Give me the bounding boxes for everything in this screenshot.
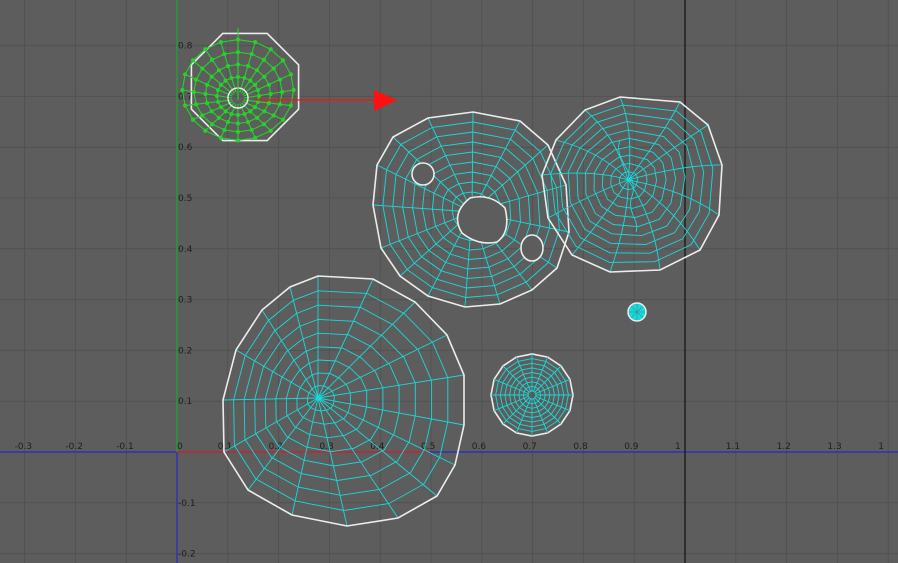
uv-editor-viewport[interactable]: -0.3 -0.2 -0.1 0 0.1 0.2 0.3 0.4 0.5 0.6 0.7 0.8 0.9… [0,0,898,563]
v-tick-label: 0.7 [178,92,192,102]
tiny-shell[interactable] [627,302,647,322]
uv-vertex[interactable] [280,117,286,122]
selected-disc-shell[interactable] [180,32,300,143]
swirl-shell[interactable] [541,96,723,273]
v-tick-label: -0.2 [178,550,196,560]
v-tick-label: 0.5 [178,194,192,204]
mesh-spoke [317,397,348,527]
mesh-spoke [584,109,629,181]
u-tick-label: 1.2 [777,442,791,452]
u-tick-label: 0.8 [573,442,588,452]
move-arrow-icon[interactable] [374,90,397,111]
v-tick-label: 0.8 [178,42,193,52]
mesh-spoke [317,278,374,399]
uv-vertex[interactable] [288,72,294,77]
mesh-spoke [627,101,681,181]
u-tick-label: 0.9 [624,442,639,452]
shell-hole [411,162,435,186]
u-tick-label: 1 [878,442,884,452]
uv-vertex[interactable] [182,72,188,77]
mesh-ring [559,112,705,254]
u-tick-label: 0.6 [472,442,487,452]
u-tick-label: -0.2 [65,442,83,452]
v-tick-label: -0.1 [178,499,196,509]
mesh-spoke [627,124,709,181]
uv-grid [0,0,898,563]
uv-vertex[interactable] [190,117,196,122]
u-tick-label: 0.7 [523,442,537,452]
mesh-ring [243,304,433,496]
move-manipulator[interactable] [237,28,397,111]
v-tick-label: 0.6 [178,143,193,153]
v-tick-label: 0.1 [178,397,192,407]
v-tick-label: 0.2 [178,346,192,356]
shell-hole [456,195,508,244]
u-tick-label: -0.1 [116,442,134,452]
three-hole-shell[interactable] [372,111,570,308]
u-tick-label: 1.3 [827,442,841,452]
mesh-spoke [289,286,319,399]
uv-axes [0,0,898,563]
axis-tick-labels: -0.3 -0.2 -0.1 0 0.1 0.2 0.3 0.4 0.5 0.6 0.7 0.8 0.9… [15,42,884,560]
mesh-spoke [541,172,629,181]
u-tick-label: 0.5 [421,442,435,452]
u-tick-label: -0.3 [15,442,33,452]
u-tick-label: 1.1 [726,442,740,452]
uv-canvas[interactable]: -0.3 -0.2 -0.1 0 0.1 0.2 0.3 0.4 0.5 0.6 0.7 0.8 0.9… [0,0,898,563]
mesh-ring [585,137,677,228]
mesh-ring [285,359,368,439]
u-tick-label: 1 [675,442,681,452]
shell-hole [520,234,544,262]
u-tick-label: 0 [177,442,183,452]
mesh-ring [550,104,714,263]
mesh-ring [576,129,686,237]
mesh-spoke [235,349,319,399]
mesh-spoke [317,397,399,519]
mesh-spoke [222,397,319,401]
u-tick-label: 0.1 [218,442,232,452]
small-radial-shell[interactable] [490,353,574,437]
v-tick-label: 0.4 [178,245,193,255]
v-tick-label: 0.3 [178,296,192,306]
